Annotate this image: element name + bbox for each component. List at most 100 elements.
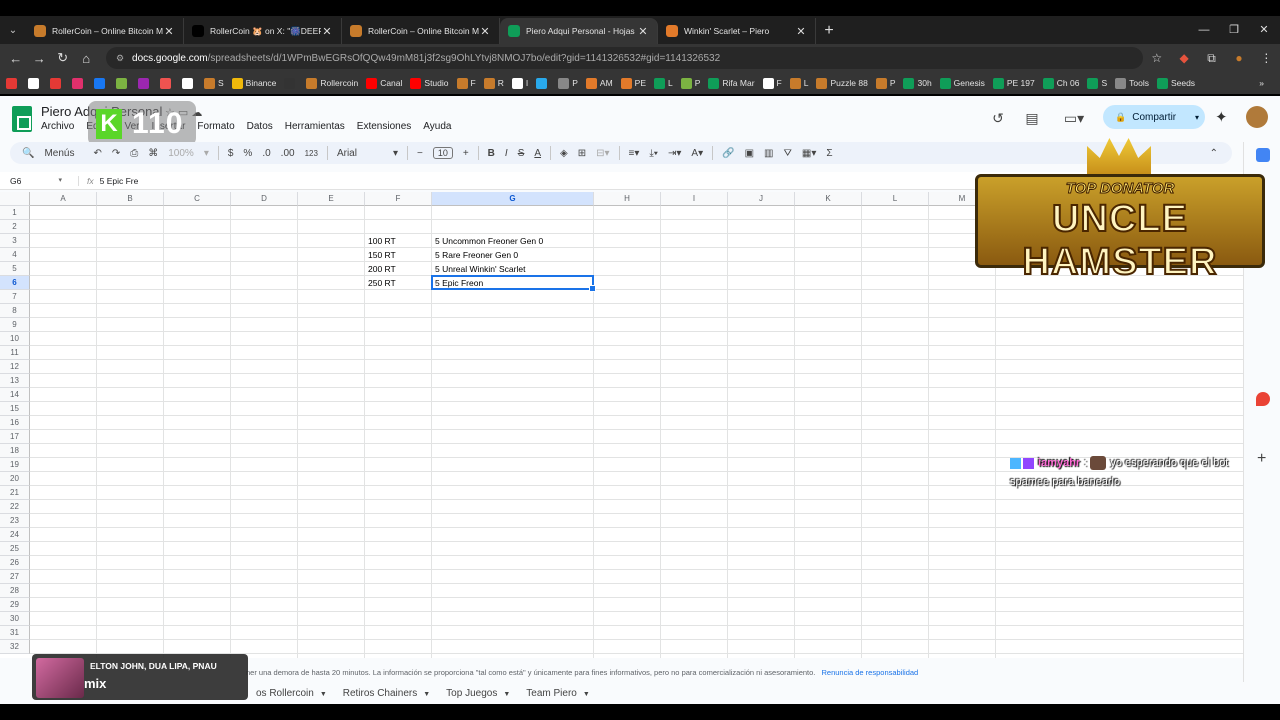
bookmark-item[interactable]	[138, 77, 152, 89]
increase-decimal-button[interactable]: .00	[281, 148, 295, 159]
row-header[interactable]: 26	[0, 556, 30, 570]
vertical-align-icon[interactable]: ⤓▾	[649, 148, 658, 159]
sheet-tab[interactable]: Team Piero ▼	[526, 688, 590, 699]
select-all-corner[interactable]	[0, 192, 30, 206]
sheets-logo-icon[interactable]	[12, 106, 32, 132]
row-header[interactable]: 5	[0, 262, 30, 276]
browser-tab[interactable]: RollerCoin – Online Bitcoin Min ✕	[342, 18, 500, 44]
tab-search-dropdown-icon[interactable]: ⌄	[0, 16, 26, 44]
row-header[interactable]: 17	[0, 430, 30, 444]
sheet-tab[interactable]: os Rollercoin ▼	[256, 688, 327, 699]
menu-item[interactable]: Ayuda	[423, 121, 451, 132]
row-header[interactable]: 7	[0, 290, 30, 304]
maximize-button[interactable]: ❐	[1218, 16, 1250, 44]
cell-f3[interactable]: 100 RT	[365, 234, 432, 248]
row-header[interactable]: 11	[0, 346, 30, 360]
italic-icon[interactable]: I	[505, 148, 508, 159]
column-header[interactable]: D	[231, 192, 298, 206]
column-header[interactable]: E	[298, 192, 365, 206]
bookmark-item[interactable]	[284, 77, 298, 89]
menu-item[interactable]: Herramientas	[285, 121, 345, 132]
extension-icon[interactable]: ◆	[1170, 51, 1197, 65]
column-header[interactable]: I	[661, 192, 728, 206]
bookmark-item[interactable]: I	[511, 77, 528, 89]
bookmark-item[interactable]: Studio	[410, 77, 449, 89]
browser-tab[interactable]: RollerCoin 🐹 on X: "🎆DEEP D ✕	[184, 18, 342, 44]
version-history-icon[interactable]: ↺	[988, 110, 1008, 127]
bookmark-item[interactable]: 30h	[903, 77, 932, 89]
insert-comment-icon[interactable]: ▣	[745, 148, 754, 159]
sheet-tab-dropdown-icon[interactable]: ▼	[503, 691, 510, 698]
menu-search-input[interactable]: Menús	[44, 148, 74, 159]
zoom-dropdown-icon[interactable]: ▾	[204, 148, 209, 159]
print-icon[interactable]: ⎙	[130, 148, 138, 159]
bookmark-item[interactable]: Rollercoin	[306, 77, 358, 89]
bookmark-item[interactable]: Seeds	[1156, 77, 1195, 89]
row-header[interactable]: 28	[0, 584, 30, 598]
add-addon-icon[interactable]: +	[1257, 450, 1266, 468]
row-header[interactable]: 23	[0, 514, 30, 528]
functions-icon[interactable]: Σ	[826, 148, 832, 159]
row-header[interactable]: 12	[0, 360, 30, 374]
tab-close-icon[interactable]: ✕	[795, 25, 807, 38]
new-tab-button[interactable]: +	[816, 18, 842, 44]
bookmark-item[interactable]	[28, 77, 42, 89]
row-header[interactable]: 21	[0, 486, 30, 500]
avatar[interactable]	[1246, 106, 1268, 128]
text-color-icon[interactable]: A	[534, 148, 541, 159]
font-size-increase-icon[interactable]: +	[463, 148, 469, 159]
row-header[interactable]: 10	[0, 332, 30, 346]
row-header[interactable]: 4	[0, 248, 30, 262]
filter-views-icon[interactable]: ▦▾	[802, 148, 816, 159]
text-rotation-icon[interactable]: A▾	[691, 148, 703, 159]
sheet-tab-dropdown-icon[interactable]: ▼	[583, 691, 590, 698]
bookmark-item[interactable]: Genesis	[939, 77, 985, 89]
filter-icon[interactable]: ⛛	[783, 148, 791, 159]
bookmark-item[interactable]: Rifa Mar	[708, 77, 755, 89]
browser-tab[interactable]: RollerCoin – Online Bitcoin Min ✕	[26, 18, 184, 44]
column-header[interactable]: A	[30, 192, 97, 206]
undo-icon[interactable]: ↶	[93, 148, 101, 159]
insert-link-icon[interactable]: 🔗	[722, 148, 734, 159]
name-box-dropdown-icon[interactable]: ▾	[58, 176, 62, 184]
url-field[interactable]: ⚙ docs.google.com /spreadsheets/d/1WPmBw…	[105, 47, 1144, 69]
menu-item[interactable]: Formato	[197, 121, 234, 132]
reload-icon[interactable]: ↻	[51, 50, 74, 66]
meet-icon[interactable]: ▭▾	[1058, 110, 1090, 127]
sheet-tab-dropdown-icon[interactable]: ▼	[320, 691, 327, 698]
paint-format-icon[interactable]: ⌘	[148, 148, 158, 159]
tab-close-icon[interactable]: ✕	[321, 25, 333, 38]
extensions-puzzle-icon[interactable]: ⧉	[1198, 51, 1225, 66]
borders-icon[interactable]: ⊞	[578, 148, 586, 159]
search-icon[interactable]: 🔍	[22, 148, 34, 159]
text-wrap-icon[interactable]: ⇥▾	[668, 148, 681, 159]
bookmark-item[interactable]: F	[762, 77, 782, 89]
merge-cells-icon[interactable]: ⊟▾	[596, 148, 609, 159]
column-header[interactable]: B	[97, 192, 164, 206]
gemini-icon[interactable]: ✦	[1215, 108, 1228, 126]
site-info-icon[interactable]: ⚙	[116, 53, 124, 64]
bookmark-item[interactable]: P	[680, 77, 700, 89]
cell-g3[interactable]: 5 Uncommon Freoner Gen 0	[432, 234, 594, 248]
cell-f6[interactable]: 250 RT	[365, 276, 432, 290]
fill-color-icon[interactable]: ◈	[560, 148, 568, 159]
strikethrough-icon[interactable]: S	[518, 148, 525, 159]
row-header[interactable]: 9	[0, 318, 30, 332]
home-icon[interactable]: ⌂	[74, 51, 97, 66]
profile-icon[interactable]: ●	[1225, 51, 1252, 65]
bookmark-item[interactable]: AM	[585, 77, 613, 89]
row-header[interactable]: 32	[0, 640, 30, 654]
row-header[interactable]: 31	[0, 626, 30, 640]
bookmark-item[interactable]	[50, 77, 64, 89]
bookmark-item[interactable]: F	[456, 77, 476, 89]
share-dropdown-icon[interactable]: ▾	[1195, 113, 1199, 122]
bookmark-item[interactable]: L	[789, 77, 808, 89]
bookmark-item[interactable]	[72, 77, 86, 89]
row-header[interactable]: 30	[0, 612, 30, 626]
comments-icon[interactable]: ▤	[1022, 110, 1042, 127]
horizontal-align-icon[interactable]: ≡▾	[629, 148, 640, 159]
currency-format-button[interactable]: $	[228, 148, 234, 159]
row-header[interactable]: 1	[0, 206, 30, 220]
disclaimer-link[interactable]: Renuncia de responsabilidad	[821, 668, 918, 677]
bookmark-item[interactable]: PE 197	[992, 77, 1035, 89]
